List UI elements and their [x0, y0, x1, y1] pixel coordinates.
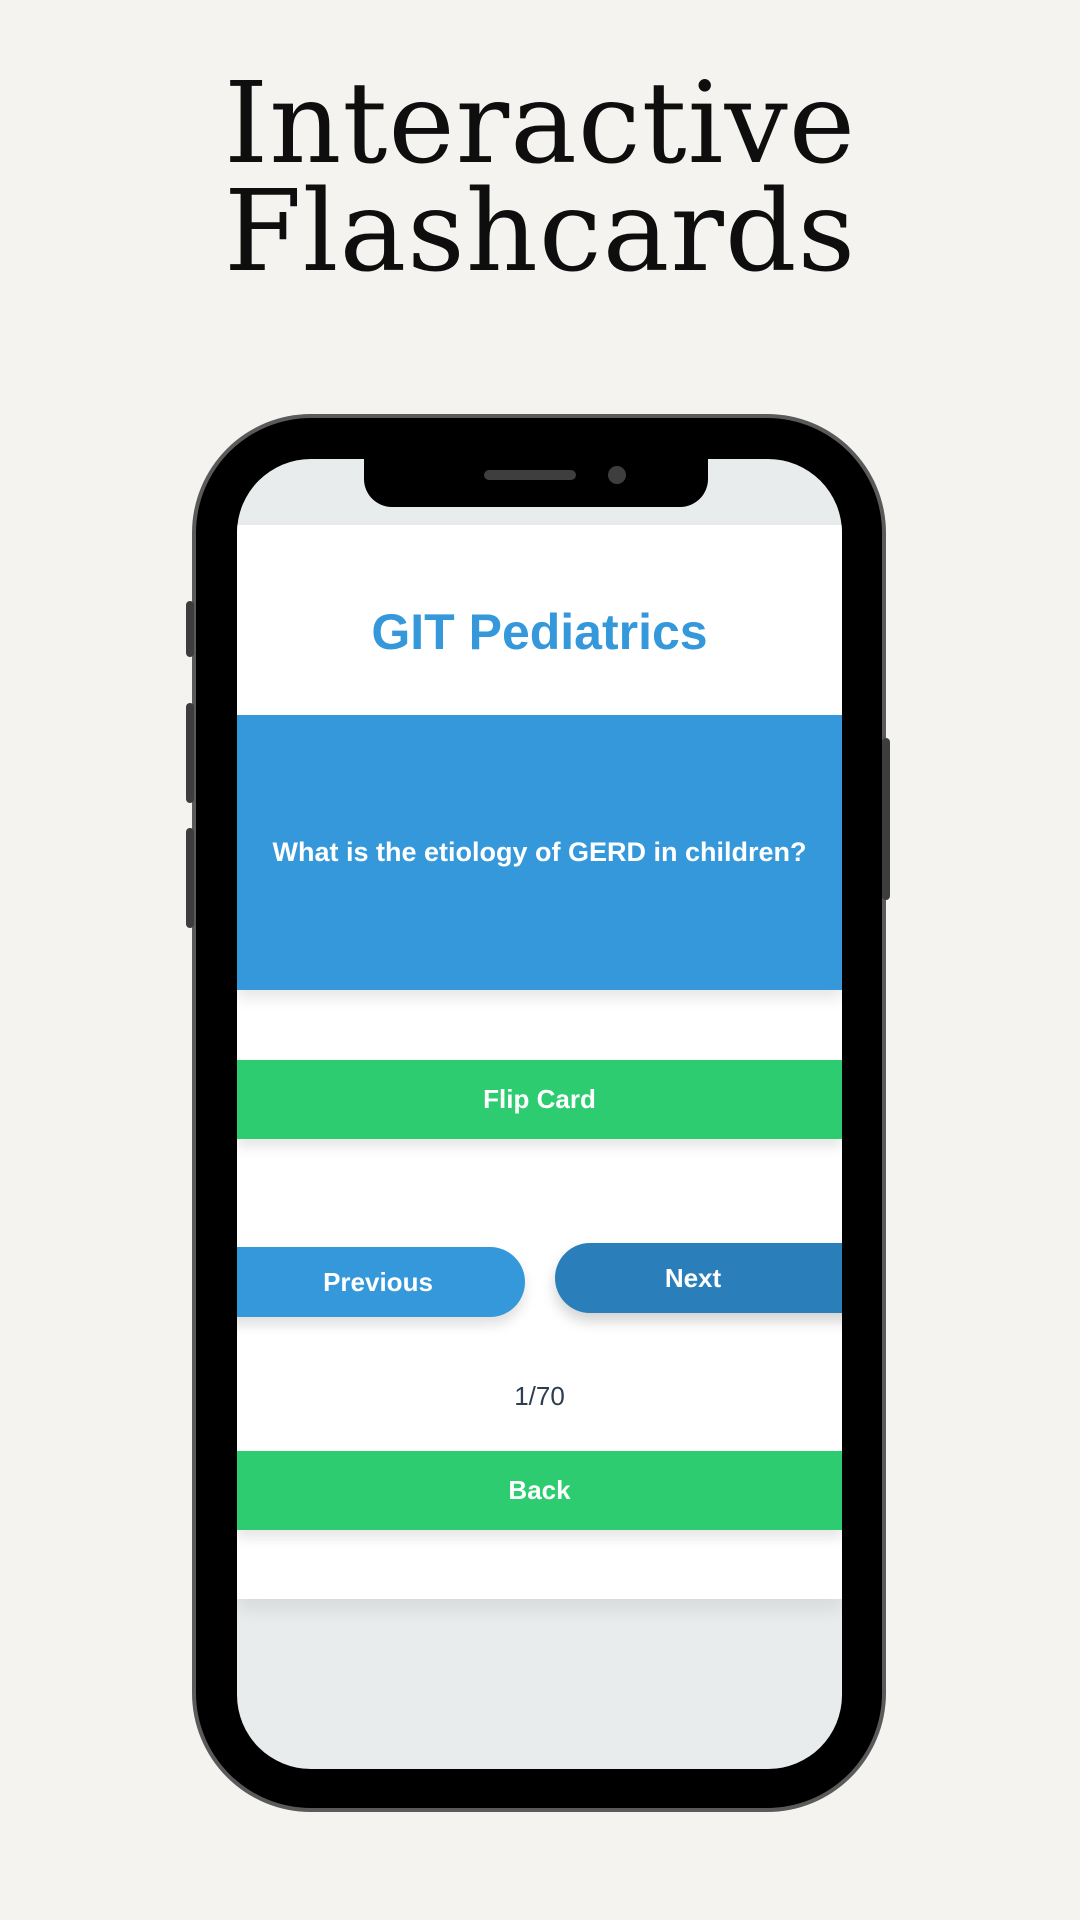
- previous-label: Previous: [323, 1266, 433, 1297]
- flip-card-label: Flip Card: [483, 1084, 596, 1114]
- back-label: Back: [508, 1475, 571, 1505]
- flashcard-app: GIT Pediatrics What is the etiology of G…: [237, 525, 842, 1599]
- promo-headline: Interactive Flashcards: [0, 59, 1080, 297]
- phone-notch: [364, 459, 708, 507]
- previous-button[interactable]: Previous: [237, 1247, 525, 1317]
- flashcard[interactable]: What is the etiology of GERD in children…: [237, 715, 842, 990]
- headline-line-2: Flashcards: [223, 167, 857, 297]
- speaker-grille: [484, 470, 576, 480]
- phone-mockup: GIT Pediatrics What is the etiology of G…: [186, 418, 890, 1808]
- deck-title: GIT Pediatrics: [371, 604, 708, 660]
- phone-volume-up-button: [186, 703, 194, 803]
- next-label: Next: [664, 1262, 722, 1293]
- phone-power-button: [882, 738, 890, 900]
- headline-line-1: Interactive: [223, 59, 857, 189]
- phone-volume-down-button: [186, 828, 194, 928]
- flip-card-button[interactable]: Flip Card: [237, 1060, 842, 1139]
- next-button[interactable]: Next: [555, 1243, 842, 1313]
- phone-silent-switch: [186, 601, 194, 657]
- front-camera: [608, 466, 626, 484]
- card-counter: 1/70: [514, 1381, 565, 1411]
- back-button[interactable]: Back: [237, 1451, 842, 1530]
- flashcard-question: What is the etiology of GERD in children…: [272, 837, 807, 867]
- phone-screen: GIT Pediatrics What is the etiology of G…: [237, 459, 842, 1769]
